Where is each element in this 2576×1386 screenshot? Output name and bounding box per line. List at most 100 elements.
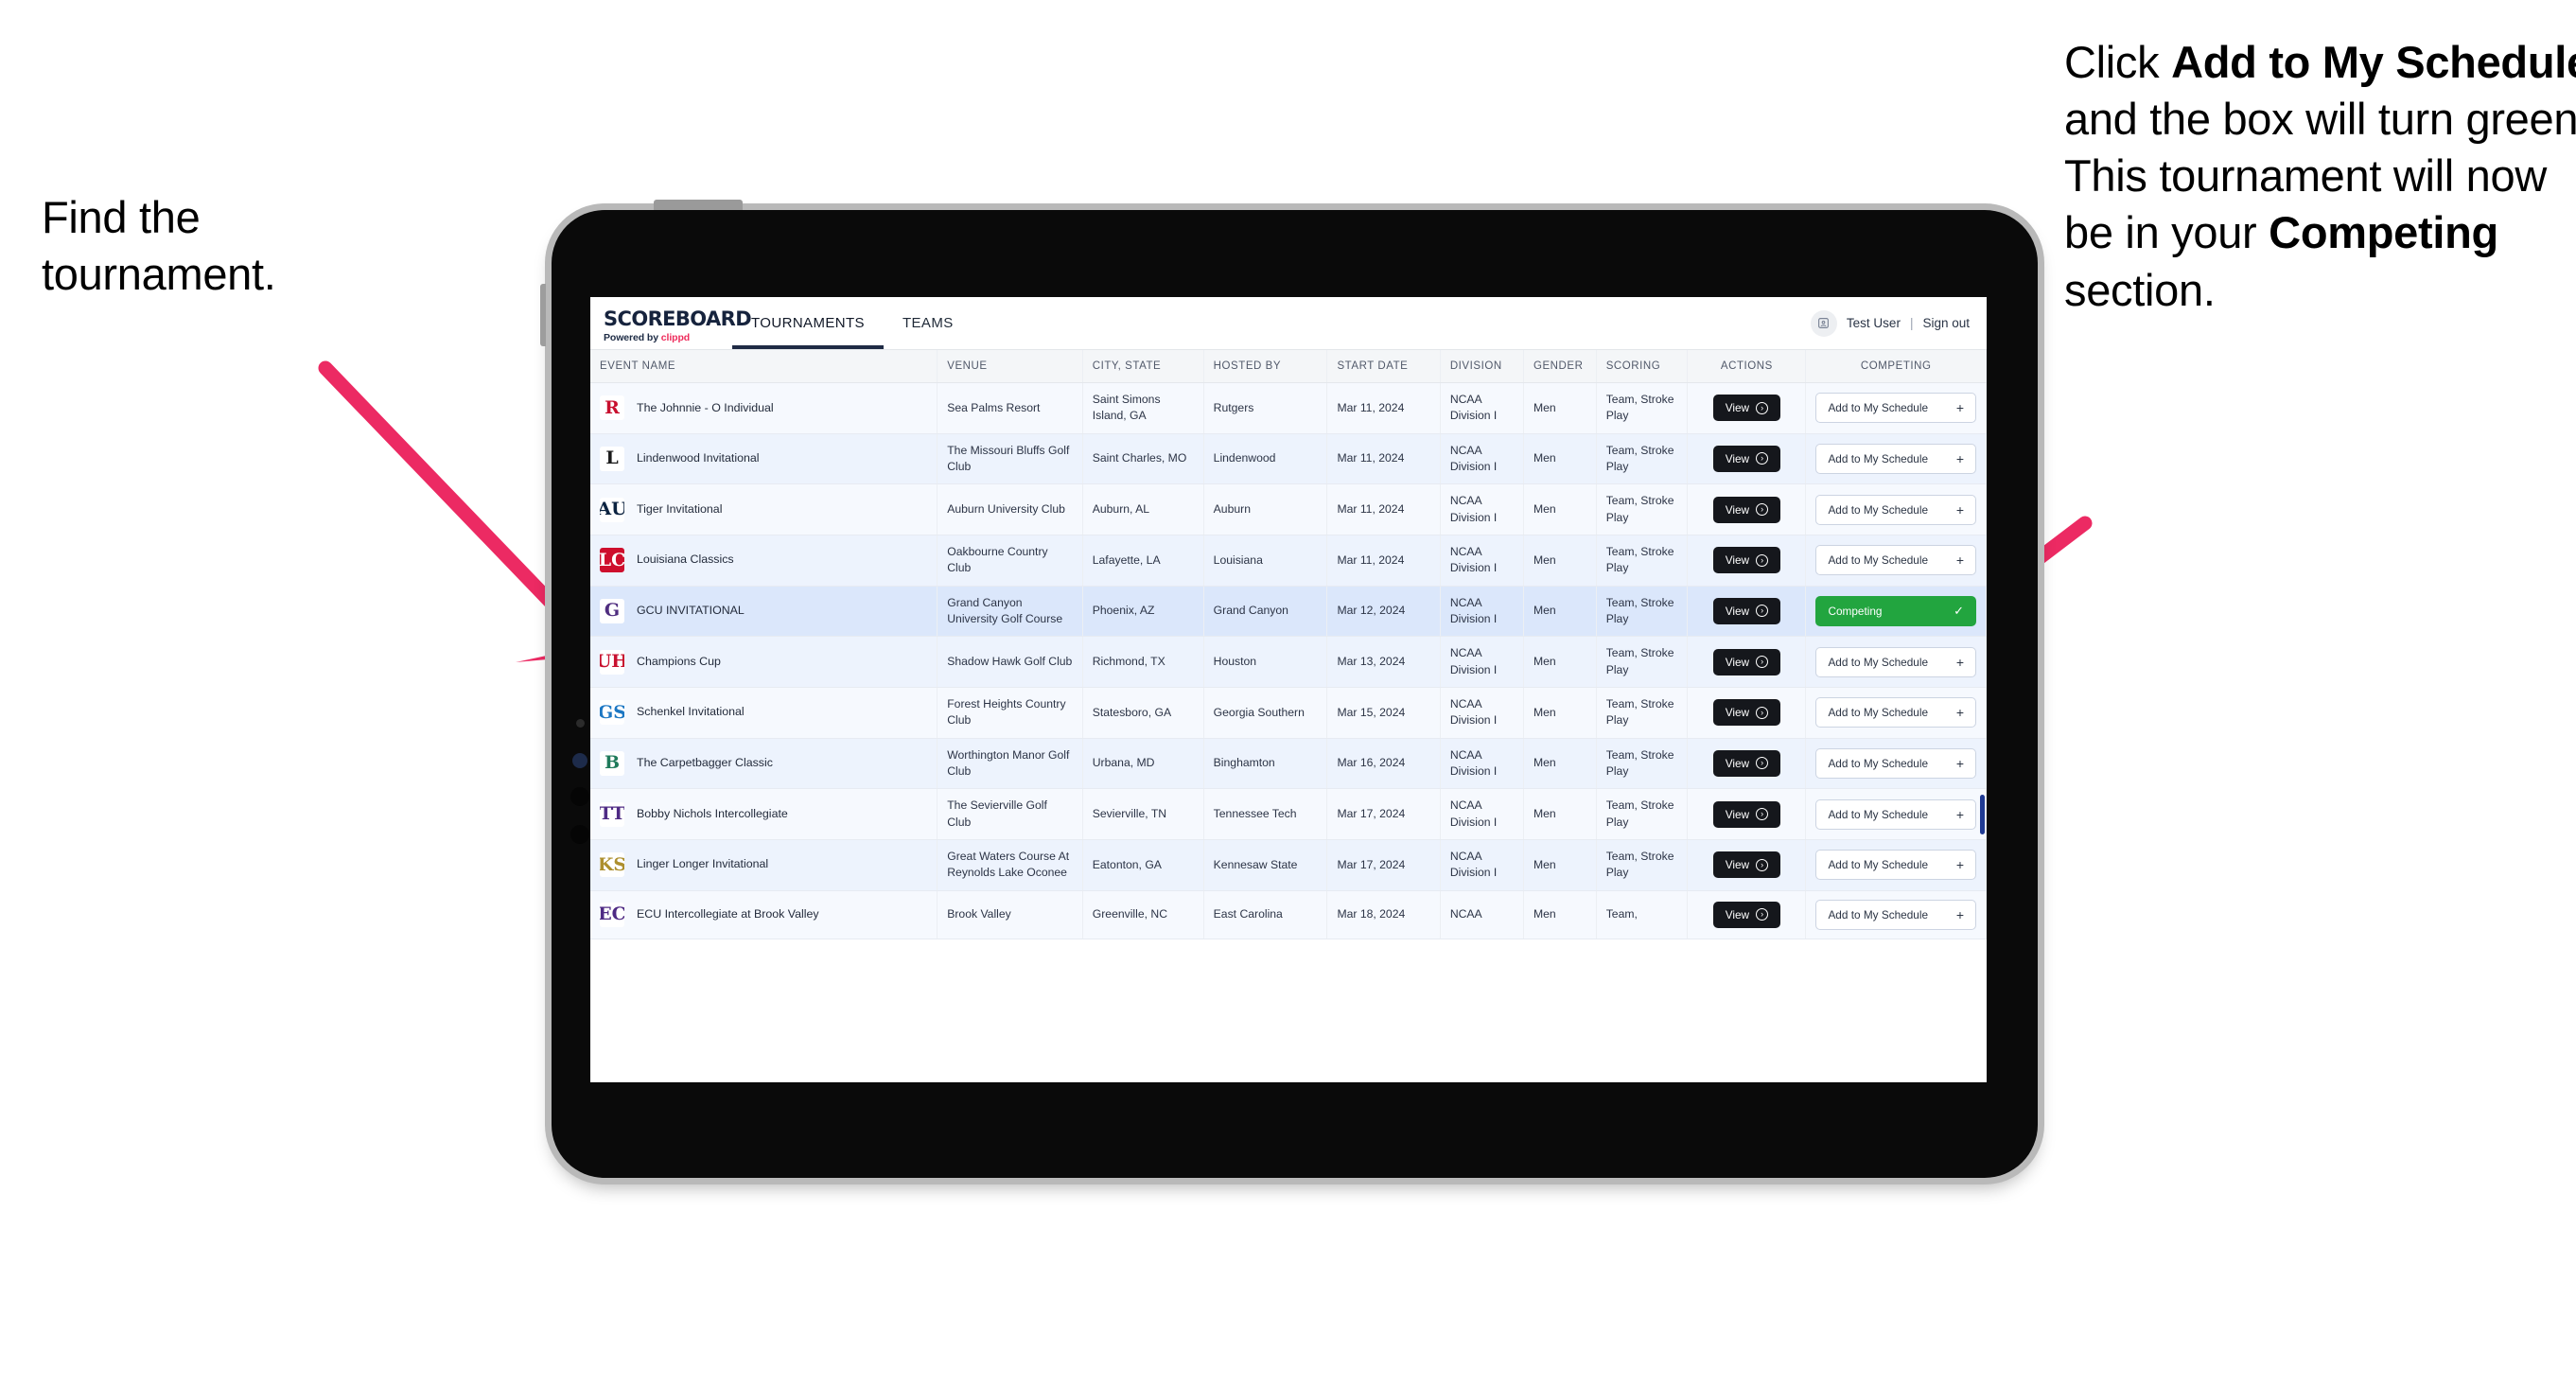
tab-tournaments[interactable]: TOURNAMENTS [732, 297, 884, 349]
sign-out-link[interactable]: Sign out [1922, 316, 1970, 330]
table-row[interactable]: R The Johnnie - O Individual Sea Palms R… [590, 382, 1987, 434]
cell-division: NCAA Division I [1440, 483, 1524, 535]
view-label: View [1725, 451, 1750, 465]
cell-actions: View › [1687, 839, 1807, 891]
cell-event-name: EC ECU Intercollegiate at Brook Valley [590, 890, 938, 939]
cell-scoring: Team, Stroke Play [1596, 433, 1689, 485]
view-button[interactable]: View › [1712, 648, 1781, 675]
table-row[interactable]: AU Tiger Invitational Auburn University … [590, 483, 1987, 535]
cell-hosted-by: Rutgers [1203, 382, 1328, 434]
table-row[interactable]: EC ECU Intercollegiate at Brook Valley B… [590, 890, 1987, 939]
annotation-left-line1: Find the [42, 192, 201, 242]
view-label: View [1725, 604, 1750, 618]
add-to-my-schedule-button[interactable]: Add to My Schedule + [1815, 798, 1976, 830]
add-to-my-schedule-button[interactable]: Add to My Schedule + [1815, 494, 1976, 525]
add-to-my-schedule-button[interactable]: Add to My Schedule + [1815, 443, 1976, 474]
view-button[interactable]: View › [1712, 597, 1781, 624]
vertical-scrollbar[interactable] [1980, 795, 1985, 834]
add-to-my-schedule-button[interactable]: Add to My Schedule + [1815, 697, 1976, 728]
table-row[interactable]: G GCU INVITATIONAL Grand Canyon Universi… [590, 586, 1987, 638]
table-row[interactable]: UH Champions Cup Shadow Hawk Golf Club R… [590, 636, 1987, 688]
tournaments-table-wrap[interactable]: EVENT NAME VENUE CITY, STATE HOSTED BY S… [590, 350, 1987, 1082]
cell-start-date: Mar 11, 2024 [1326, 433, 1441, 485]
col-start-date[interactable]: START DATE [1326, 350, 1441, 383]
annotation-right-pre: Click [2064, 37, 2172, 87]
cell-event-name: L Lindenwood Invitational [590, 433, 938, 485]
brand-logo[interactable]: SCOREBOARD Powered by clippd [590, 297, 752, 349]
arrow-right-circle-icon: › [1756, 401, 1769, 414]
view-button[interactable]: View › [1712, 547, 1781, 574]
view-button[interactable]: View › [1712, 851, 1781, 879]
arrow-right-circle-icon: › [1756, 858, 1769, 871]
cell-city-state: Saint Simons Island, GA [1082, 382, 1204, 434]
cell-event-name: KS Linger Longer Invitational [590, 839, 938, 891]
table-row[interactable]: B The Carpetbagger Classic Worthington M… [590, 738, 1987, 790]
add-to-my-schedule-button[interactable]: Add to My Schedule + [1815, 899, 1976, 930]
col-competing[interactable]: COMPETING [1805, 350, 1987, 383]
tablet-volume-button[interactable] [540, 284, 546, 346]
account-username[interactable]: Test User [1847, 316, 1901, 330]
cell-hosted-by: Georgia Southern [1203, 687, 1328, 739]
table-body: R The Johnnie - O Individual Sea Palms R… [590, 382, 1987, 939]
cell-scoring: Team, Stroke Play [1596, 788, 1689, 840]
table-row[interactable]: LC Louisiana Classics Oakbourne Country … [590, 535, 1987, 587]
col-division[interactable]: DIVISION [1440, 350, 1524, 383]
user-badge-icon[interactable] [1810, 309, 1837, 337]
add-to-my-schedule-button[interactable]: Add to My Schedule + [1815, 747, 1976, 779]
competing-button[interactable]: Competing ✓ [1815, 595, 1976, 626]
view-button[interactable]: View › [1712, 445, 1781, 472]
annotation-left-line2: tournament. [42, 249, 276, 300]
view-button[interactable]: View › [1712, 901, 1781, 928]
tab-teams[interactable]: TEAMS [884, 297, 973, 349]
view-button[interactable]: View › [1712, 749, 1781, 777]
view-button[interactable]: View › [1712, 800, 1781, 828]
cell-start-date: Mar 17, 2024 [1326, 788, 1441, 840]
table-row[interactable]: TT Bobby Nichols Intercollegiate The Sev… [590, 788, 1987, 840]
cell-event-name: UH Champions Cup [590, 636, 938, 688]
cell-city-state: Lafayette, LA [1082, 535, 1204, 587]
add-to-my-schedule-label: Add to My Schedule [1828, 451, 1929, 465]
cell-event-name: R The Johnnie - O Individual [590, 382, 938, 434]
event-name-text: Linger Longer Invitational [637, 857, 769, 871]
tab-teams-label: TEAMS [902, 315, 954, 331]
view-button[interactable]: View › [1712, 496, 1781, 523]
event-name-text: ECU Intercollegiate at Brook Valley [637, 906, 819, 921]
view-button[interactable]: View › [1712, 699, 1781, 727]
cell-division: NCAA Division I [1440, 382, 1524, 434]
add-to-my-schedule-button[interactable]: Add to My Schedule + [1815, 850, 1976, 881]
view-button[interactable]: View › [1712, 395, 1781, 422]
cell-scoring: Team, Stroke Play [1596, 738, 1689, 790]
tablet-power-button[interactable] [654, 200, 743, 210]
col-city-state[interactable]: CITY, STATE [1082, 350, 1204, 383]
table-row[interactable]: KS Linger Longer Invitational Great Wate… [590, 839, 1987, 891]
arrow-right-circle-icon: › [1756, 808, 1769, 821]
plus-icon: + [1955, 906, 1964, 922]
brand-clippd: clippd [660, 331, 691, 343]
arrow-right-circle-icon: › [1756, 757, 1769, 770]
view-label: View [1725, 907, 1750, 921]
col-scoring[interactable]: SCORING [1596, 350, 1689, 383]
add-to-my-schedule-button[interactable]: Add to My Schedule + [1815, 545, 1976, 576]
cell-actions: View › [1687, 788, 1807, 840]
col-venue[interactable]: VENUE [937, 350, 1083, 383]
col-actions[interactable]: ACTIONS [1687, 350, 1807, 383]
plus-icon: + [1955, 553, 1964, 569]
col-event-name[interactable]: EVENT NAME [590, 350, 938, 383]
cell-city-state: Statesboro, GA [1082, 687, 1204, 739]
table-row[interactable]: L Lindenwood Invitational The Missouri B… [590, 433, 1987, 485]
cell-gender: Men [1523, 586, 1597, 638]
table-row[interactable]: GS Schenkel Invitational Forest Heights … [590, 687, 1987, 739]
col-gender[interactable]: GENDER [1523, 350, 1597, 383]
add-to-my-schedule-button[interactable]: Add to My Schedule + [1815, 393, 1976, 424]
cell-actions: View › [1687, 535, 1807, 587]
tablet-speaker-dot-1 [570, 787, 589, 806]
arrow-right-circle-icon: › [1756, 553, 1769, 567]
col-hosted-by[interactable]: HOSTED BY [1203, 350, 1328, 383]
add-to-my-schedule-button[interactable]: Add to My Schedule + [1815, 646, 1976, 677]
cell-competing: Add to My Schedule + [1805, 788, 1987, 840]
team-logo-icon: B [600, 750, 624, 776]
cell-event-name: TT Bobby Nichols Intercollegiate [590, 788, 938, 840]
plus-icon: + [1955, 857, 1964, 873]
cell-scoring: Team, Stroke Play [1596, 687, 1689, 739]
plus-icon: + [1955, 450, 1964, 466]
